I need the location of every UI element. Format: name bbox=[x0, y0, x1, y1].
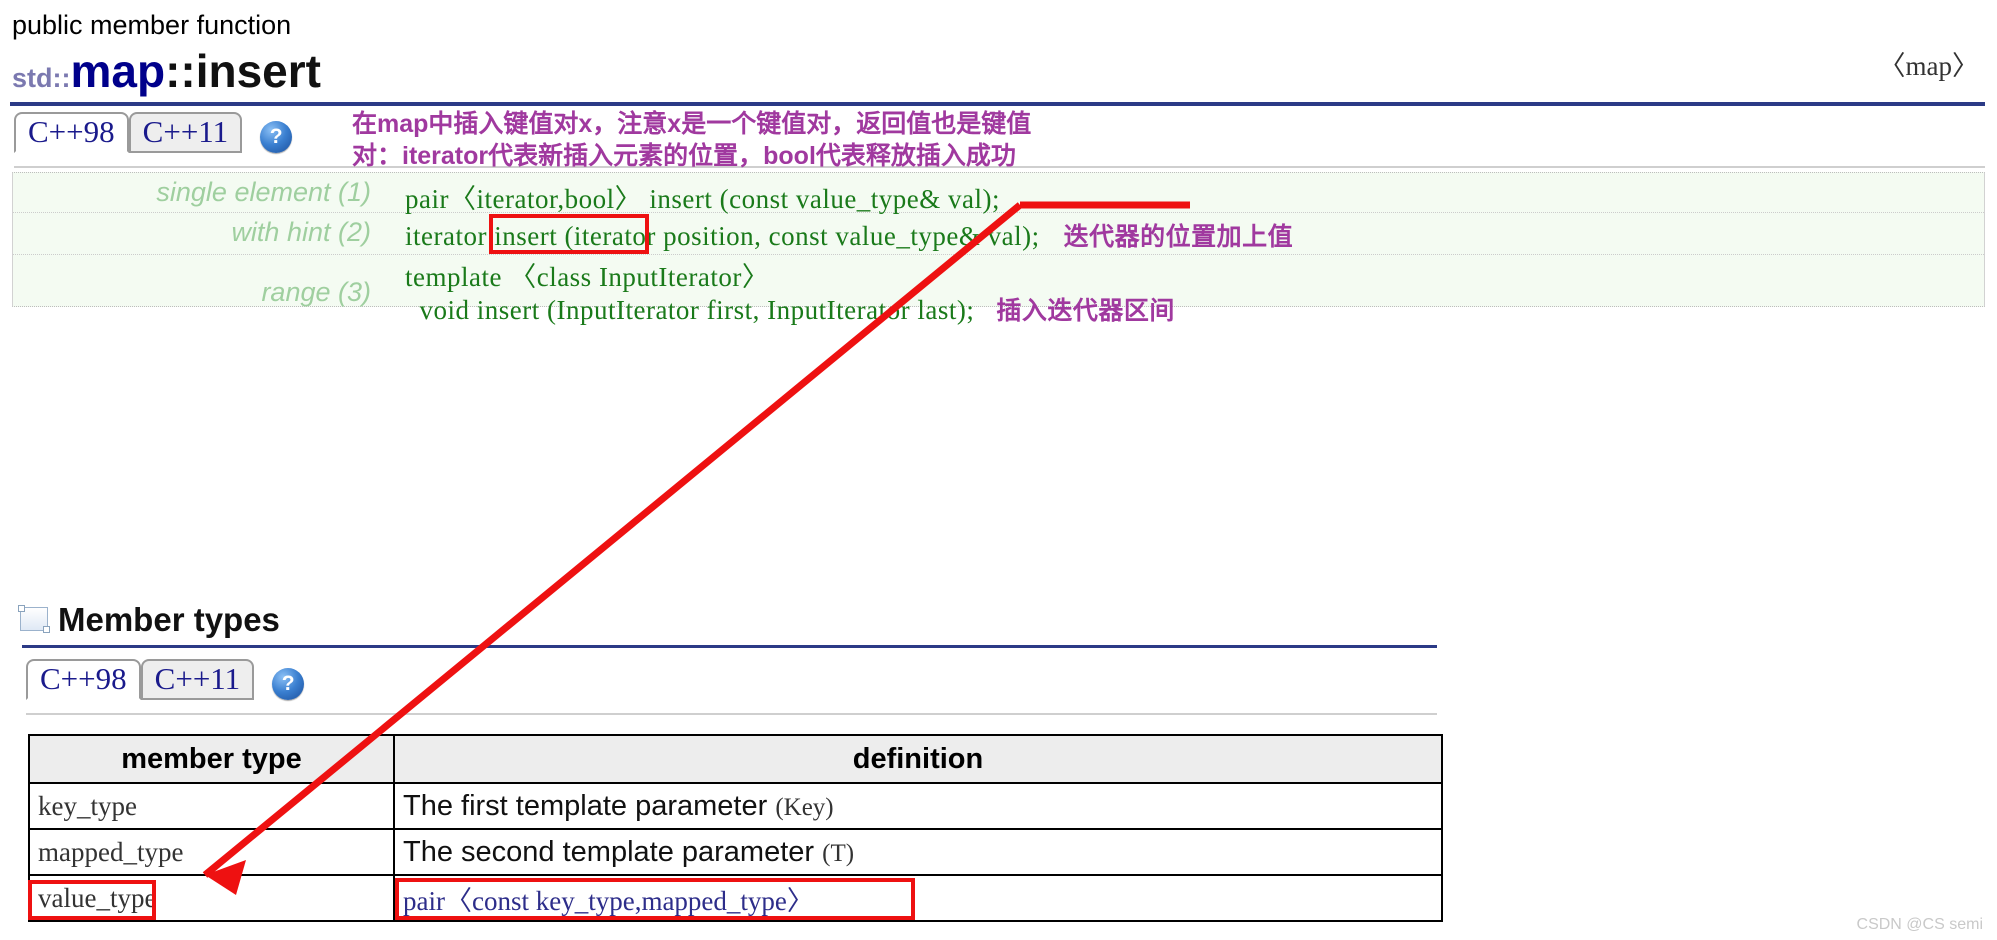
prototype-row-2-signature: iterator insert (iterator position, cons… bbox=[405, 221, 1040, 251]
section-box-icon bbox=[18, 605, 50, 634]
title-function: insert bbox=[195, 45, 321, 97]
member-types-heading: Member types bbox=[18, 601, 280, 639]
help-icon-prototypes[interactable]: ? bbox=[260, 121, 293, 153]
title-separator: :: bbox=[165, 45, 196, 97]
cell-member-type-key-type: key_type bbox=[28, 782, 395, 830]
tab-cpp11-member-types[interactable]: C++11 bbox=[140, 659, 255, 700]
prototype-table: single element (1) pair〈iterator,bool〉 i… bbox=[12, 172, 1985, 325]
table-row: key_type The first template parameter (K… bbox=[28, 782, 1443, 830]
definition-code-1: (T) bbox=[822, 839, 855, 867]
table-header-row: member type definition bbox=[28, 734, 1443, 784]
page-kind-label: public member function bbox=[12, 10, 292, 40]
prototype-row-1-label: single element (1) bbox=[156, 177, 371, 207]
help-icon-member-types[interactable]: ? bbox=[272, 668, 305, 700]
tab-cpp11-prototypes[interactable]: C++11 bbox=[128, 112, 243, 153]
prototype-row-3-code-2: void insert (InputIterator first, InputI… bbox=[405, 291, 1175, 327]
definition-code-0: (Key) bbox=[775, 793, 834, 821]
member-types-table: member type definition key_type The firs… bbox=[28, 734, 1443, 922]
prototype-row-3-note: 插入迭代器区间 bbox=[996, 297, 1175, 325]
definition-text-0: The first template parameter bbox=[403, 789, 776, 822]
member-types-divider bbox=[22, 645, 1437, 648]
prototype-row-3-signature: void insert (InputIterator first, InputI… bbox=[405, 295, 975, 325]
prototype-row-2-code: iterator insert (iterator position, cons… bbox=[405, 217, 1293, 253]
member-types-tabstrip-underline bbox=[26, 713, 1437, 715]
title-namespace: std:: bbox=[12, 63, 71, 93]
watermark: CSDN @CS semi bbox=[1856, 916, 1983, 933]
prototype-row-3-template-line: template 〈class InputIterator〉 bbox=[405, 262, 770, 292]
include-header-label: 〈map〉 bbox=[1878, 51, 1980, 81]
member-types-heading-label: Member types bbox=[58, 601, 280, 638]
cell-definition-key-type: The first template parameter (Key) bbox=[393, 782, 1443, 830]
header-divider bbox=[10, 102, 1985, 106]
cell-member-type-value-type: value_type bbox=[28, 874, 395, 922]
page-title: std::map::insert bbox=[12, 44, 321, 98]
prototype-annotation-line-1: 在map中插入键值对x，注意x是一个键值对，返回值也是键值 bbox=[352, 110, 1032, 138]
prototype-row-2: with hint (2) iterator insert (iterator … bbox=[13, 213, 1984, 255]
cell-definition-value-type: pair〈const key_type,mapped_type〉 bbox=[393, 874, 1443, 922]
definition-text-1: The second template parameter bbox=[403, 835, 823, 868]
prototype-row-2-note: 迭代器的位置加上值 bbox=[1063, 223, 1294, 251]
tab-cpp98-member-types[interactable]: C++98 bbox=[26, 659, 141, 700]
definition-code-2: pair〈const key_type,mapped_type〉 bbox=[403, 885, 814, 916]
prototype-row-1-code: pair〈iterator,bool〉 insert (const value_… bbox=[405, 177, 1000, 216]
prototype-row-3: range (3) template 〈class InputIterator〉… bbox=[13, 255, 1984, 325]
prototype-tabstrip: C++98 C++11? bbox=[14, 112, 293, 153]
tab-cpp98-prototypes[interactable]: C++98 bbox=[14, 112, 129, 153]
table-row: mapped_type The second template paramete… bbox=[28, 828, 1443, 876]
member-types-tabstrip: C++98 C++11? bbox=[26, 659, 305, 700]
title-class: map bbox=[70, 45, 166, 97]
prototype-row-1-signature: insert (const value_type& val); bbox=[642, 184, 1001, 214]
prototype-annotation: 在map中插入键值对x，注意x是一个键值对，返回值也是键值 对：iterator… bbox=[352, 108, 1552, 172]
prototype-row-2-label: with hint (2) bbox=[231, 217, 371, 247]
prototype-row-1: single element (1) pair〈iterator,bool〉 i… bbox=[13, 173, 1984, 216]
prototype-row-3-label: range (3) bbox=[261, 277, 371, 307]
prototype-row-1-return-type: pair〈iterator,bool〉 bbox=[405, 184, 643, 214]
column-header-member-type: member type bbox=[28, 734, 395, 784]
prototype-row-3-code: template 〈class InputIterator〉 bbox=[405, 255, 769, 294]
page-root: public member function std::map::insert … bbox=[0, 0, 1997, 940]
cell-definition-mapped-type: The second template parameter (T) bbox=[393, 828, 1443, 876]
prototype-annotation-line-2: 对：iterator代表新插入元素的位置，bool代表释放插入成功 bbox=[352, 142, 1016, 170]
table-row: value_type pair〈const key_type,mapped_ty… bbox=[28, 874, 1443, 922]
column-header-definition: definition bbox=[393, 734, 1443, 784]
cell-member-type-mapped-type: mapped_type bbox=[28, 828, 395, 876]
